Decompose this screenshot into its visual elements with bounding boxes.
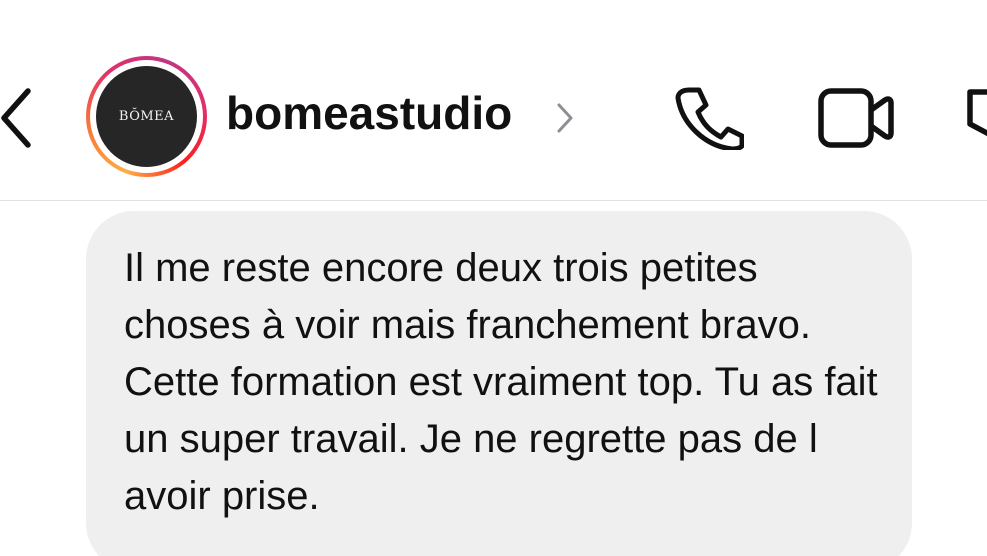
- tag-button[interactable]: [964, 84, 987, 148]
- avatar-logo-text: BŎMEA: [118, 109, 175, 124]
- conversation-username[interactable]: bomeastudio: [226, 87, 512, 140]
- chevron-left-icon: [1, 88, 31, 148]
- chevron-right-icon[interactable]: [556, 103, 574, 133]
- dm-conversation-screen: BŎMEA bomeastudio Il me reste encore deu…: [0, 0, 987, 556]
- avatar-story-ring[interactable]: BŎMEA: [86, 56, 207, 177]
- call-button[interactable]: [672, 84, 745, 152]
- tag-icon: [967, 89, 987, 137]
- conversation-header: BŎMEA bomeastudio: [0, 0, 987, 200]
- avatar-ring-gap: BŎMEA: [90, 60, 203, 173]
- video-call-button[interactable]: [818, 88, 894, 148]
- avatar: BŎMEA: [96, 66, 197, 167]
- back-button[interactable]: [0, 88, 34, 148]
- message-text: Il me reste encore deux trois petites ch…: [124, 246, 878, 518]
- video-camera-icon: [818, 88, 894, 148]
- phone-icon: [675, 87, 745, 152]
- header-divider: [0, 200, 987, 201]
